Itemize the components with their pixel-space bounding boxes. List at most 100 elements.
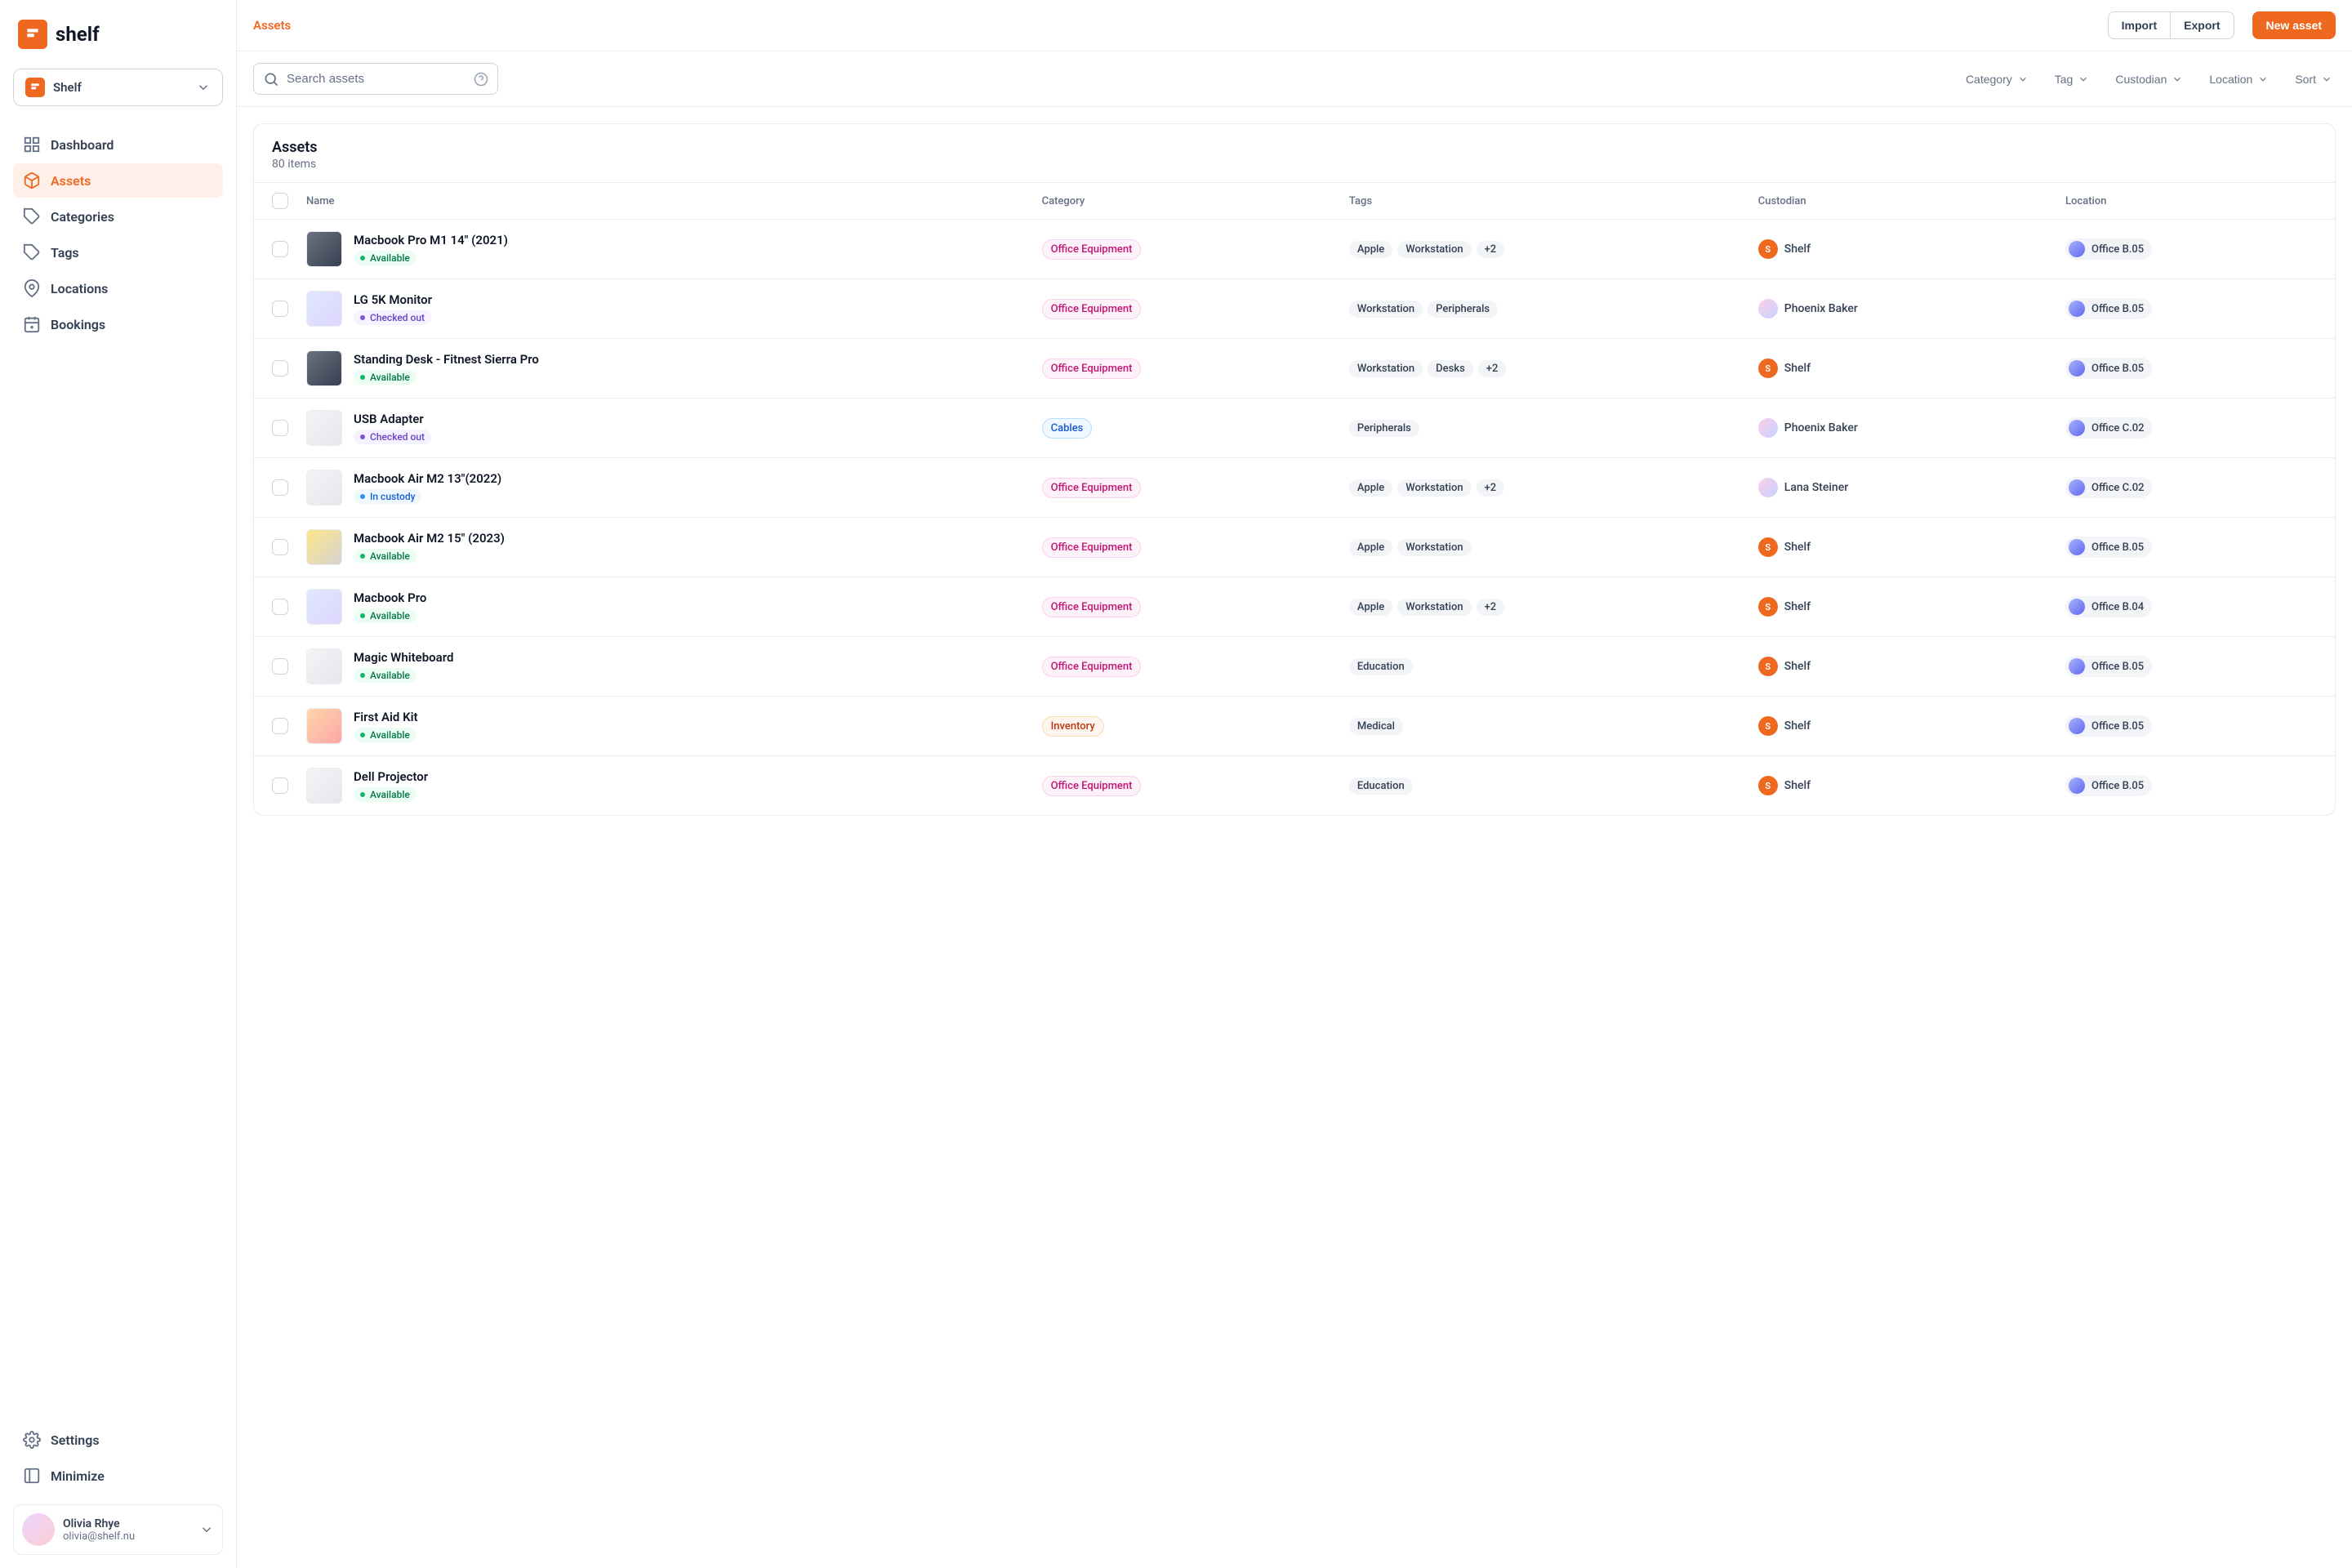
location-avatar (2069, 777, 2085, 794)
filter-category[interactable]: Category (1962, 68, 2032, 91)
tag-pill: Workstation (1397, 539, 1471, 556)
table-row[interactable]: LG 5K Monitor Checked out Office Equipme… (254, 279, 2335, 339)
chevron-down-icon (196, 80, 211, 95)
row-checkbox[interactable] (272, 539, 288, 555)
location-name: Office C.02 (2091, 422, 2144, 434)
import-export-group: Import Export (2108, 11, 2234, 39)
table-row[interactable]: Dell Projector Available Office Equipmen… (254, 756, 2335, 816)
import-button[interactable]: Import (2108, 11, 2171, 39)
location-pill: Office B.05 (2065, 238, 2152, 260)
table-row[interactable]: Macbook Air M2 15" (2023) Available Offi… (254, 518, 2335, 577)
tag-pill: Workstation (1349, 301, 1423, 318)
sidebar-item-minimize[interactable]: Minimize (13, 1459, 223, 1493)
table-row[interactable]: USB Adapter Checked out Cables Periphera… (254, 399, 2335, 458)
custodian-name: Shelf (1784, 779, 1811, 792)
help-icon[interactable] (474, 72, 488, 87)
sidebar-item-label: Locations (51, 281, 108, 296)
custodian-avatar (1758, 299, 1778, 318)
custodian-name: Shelf (1784, 660, 1811, 673)
category-pill: Cables (1042, 418, 1093, 439)
status-badge: Available (354, 251, 416, 265)
sidebar-item-dashboard[interactable]: Dashboard (13, 127, 223, 162)
asset-thumbnail (306, 350, 342, 386)
asset-name: Macbook Pro (354, 590, 426, 605)
sidebar-item-label: Minimize (51, 1468, 105, 1484)
locations-icon (23, 279, 41, 297)
location-avatar (2069, 718, 2085, 734)
filter-label: Sort (2295, 73, 2316, 86)
table-row[interactable]: First Aid Kit Available Inventory Medica… (254, 697, 2335, 756)
org-switcher[interactable]: Shelf (13, 69, 223, 106)
custodian-name: Phoenix Baker (1784, 421, 1858, 434)
table-row[interactable]: Magic Whiteboard Available Office Equipm… (254, 637, 2335, 697)
row-checkbox[interactable] (272, 420, 288, 436)
sidebar-item-assets[interactable]: Assets (13, 163, 223, 198)
tags-wrap: Education (1349, 777, 1722, 795)
export-button[interactable]: Export (2170, 11, 2234, 39)
sidebar-item-categories[interactable]: Categories (13, 199, 223, 234)
tags-wrap: WorkstationDesks+2 (1349, 360, 1722, 377)
location-name: Office B.05 (2091, 720, 2144, 733)
row-checkbox[interactable] (272, 777, 288, 794)
tags-wrap: AppleWorkstation+2 (1349, 479, 1722, 497)
category-pill: Office Equipment (1042, 597, 1142, 617)
table-row[interactable]: Macbook Air M2 13"(2022) In custody Offi… (254, 458, 2335, 518)
custodian-avatar (1758, 418, 1778, 438)
sidebar-item-locations[interactable]: Locations (13, 271, 223, 305)
row-checkbox[interactable] (272, 718, 288, 734)
filter-sort[interactable]: Sort (2292, 68, 2336, 91)
filter-tag[interactable]: Tag (2051, 68, 2093, 91)
status-badge: Available (354, 370, 416, 385)
row-checkbox[interactable] (272, 599, 288, 615)
tag-more: +2 (1477, 599, 1505, 616)
tag-pill: Workstation (1349, 360, 1423, 377)
filter-custodian[interactable]: Custodian (2112, 68, 2186, 91)
sidebar-item-settings[interactable]: Settings (13, 1423, 223, 1457)
filter-location[interactable]: Location (2206, 68, 2272, 91)
tag-pill: Desks (1428, 360, 1473, 377)
tags-wrap: WorkstationPeripherals (1349, 301, 1722, 318)
custodian-name: Lana Steiner (1784, 481, 1848, 494)
col-location: Location (2047, 183, 2335, 220)
asset-thumbnail (306, 470, 342, 506)
custodian-avatar: S (1758, 537, 1778, 557)
search-input[interactable] (253, 63, 498, 95)
table-row[interactable]: Macbook Pro Available Office Equipment A… (254, 577, 2335, 637)
asset-name: USB Adapter (354, 412, 431, 426)
status-badge: Checked out (354, 430, 431, 444)
custodian-avatar: S (1758, 776, 1778, 795)
table-row[interactable]: Macbook Pro M1 14" (2021) Available Offi… (254, 220, 2335, 279)
sidebar-item-label: Bookings (51, 317, 105, 332)
main-nav: DashboardAssetsCategoriesTags Locations Bo… (13, 127, 223, 341)
tags-wrap: AppleWorkstation+2 (1349, 241, 1722, 258)
new-asset-button[interactable]: New asset (2252, 11, 2336, 39)
asset-thumbnail (306, 291, 342, 327)
sidebar-item-bookings[interactable]: Bookings (13, 307, 223, 341)
table-row[interactable]: Standing Desk - Fitnest Sierra Pro Avail… (254, 339, 2335, 399)
minimize-icon (23, 1467, 41, 1485)
filter-label: Location (2209, 73, 2252, 86)
user-menu[interactable]: Olivia Rhye olivia@shelf.nu (13, 1504, 223, 1555)
sidebar-item-tags[interactable]: Tags (13, 235, 223, 270)
asset-thumbnail (306, 708, 342, 744)
assets-card: Assets 80 items Name Category Tags Custo… (253, 123, 2336, 816)
location-pill: Office B.05 (2065, 715, 2152, 737)
col-category: Category (1024, 183, 1331, 220)
row-checkbox[interactable] (272, 479, 288, 496)
tags-wrap: Medical (1349, 718, 1722, 735)
search-icon (263, 71, 279, 87)
custodian-name: Shelf (1784, 719, 1811, 733)
custodian-avatar: S (1758, 657, 1778, 676)
row-checkbox[interactable] (272, 241, 288, 257)
chevron-down-icon (2257, 74, 2269, 85)
topbar: Assets Import Export New asset (237, 0, 2352, 51)
row-checkbox[interactable] (272, 658, 288, 675)
location-name: Office B.05 (2091, 541, 2144, 554)
location-name: Office B.04 (2091, 601, 2144, 613)
location-pill: Office B.05 (2065, 537, 2152, 558)
row-checkbox[interactable] (272, 301, 288, 317)
tag-pill: Workstation (1397, 599, 1471, 616)
select-all-checkbox[interactable] (272, 193, 288, 209)
row-checkbox[interactable] (272, 360, 288, 376)
chevron-down-icon (2017, 74, 2029, 85)
